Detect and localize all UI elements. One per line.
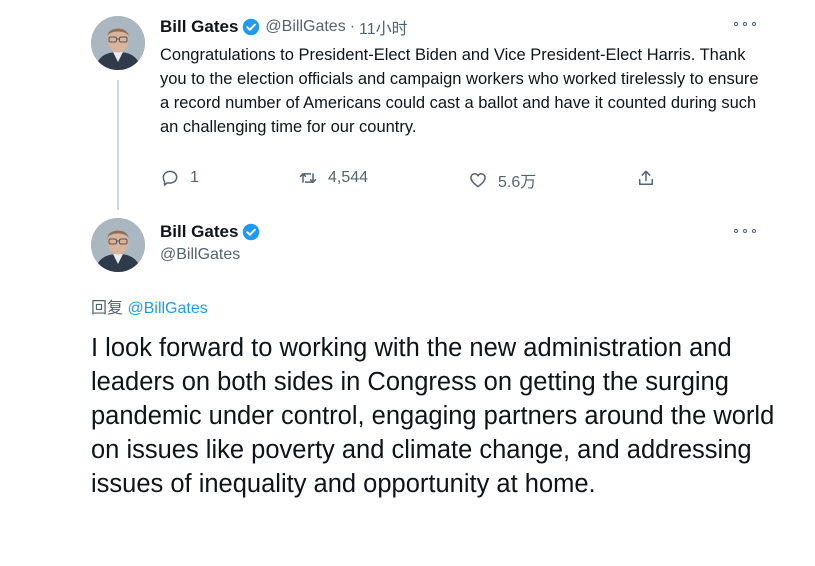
more-icon[interactable] xyxy=(734,225,756,237)
avatar[interactable] xyxy=(91,218,145,272)
author-name[interactable]: Bill Gates xyxy=(160,222,238,242)
more-icon[interactable] xyxy=(734,18,756,30)
verified-badge-icon xyxy=(242,223,260,241)
author-handle[interactable]: @BillGates xyxy=(160,246,240,264)
avatar[interactable] xyxy=(91,16,145,70)
tweet-time[interactable]: 11小时 xyxy=(359,15,408,39)
author-handle[interactable]: @BillGates xyxy=(265,18,345,36)
author-name[interactable]: Bill Gates xyxy=(160,17,238,37)
replying-prefix: 回复 xyxy=(91,300,124,317)
retweet-count: 4,544 xyxy=(328,169,369,186)
tweet1-header: Bill Gates @BillGates · 11小时 xyxy=(160,15,408,39)
retweet-button[interactable]: 4,544 xyxy=(298,168,368,188)
share-button[interactable] xyxy=(636,168,666,188)
like-icon xyxy=(470,173,486,188)
retweet-icon xyxy=(299,173,317,183)
replying-to: 回复 @BillGates xyxy=(91,294,208,318)
share-icon xyxy=(639,170,653,185)
replying-to-link[interactable]: @BillGates xyxy=(127,300,207,317)
like-button[interactable]: 5.6万 xyxy=(468,168,536,192)
reply-button[interactable]: 1 xyxy=(160,168,199,188)
dot-separator: · xyxy=(349,18,356,35)
tweet-text: Congratulations to President-Elect Biden… xyxy=(160,46,759,136)
verified-badge-icon xyxy=(242,18,260,36)
thread-line xyxy=(117,80,119,210)
reply-icon xyxy=(162,170,178,186)
like-count: 5.6万 xyxy=(498,174,537,191)
tweet2-header: Bill Gates xyxy=(160,222,260,242)
tweet-text: I look forward to working with the new a… xyxy=(91,334,775,498)
reply-count: 1 xyxy=(190,169,199,186)
tweet-actions: 1 4,544 5.6万 xyxy=(160,168,660,198)
